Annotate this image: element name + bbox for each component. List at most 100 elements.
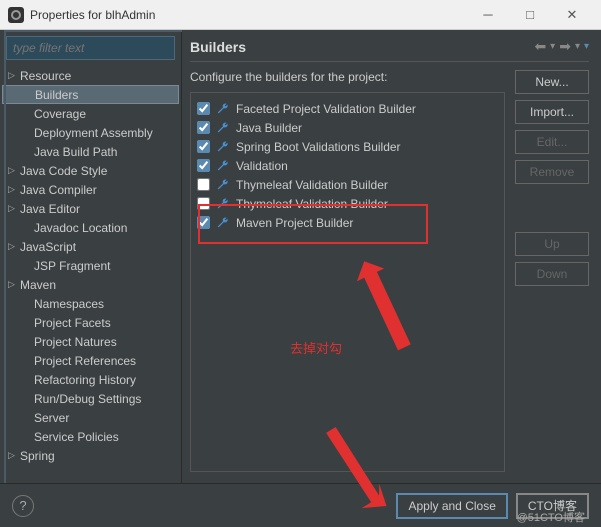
- sidebar: ▷ResourceBuildersCoverageDeployment Asse…: [0, 30, 182, 483]
- tree-item[interactable]: ▷Java Code Style: [2, 161, 179, 180]
- tree-item-label: Builders: [35, 88, 78, 102]
- remove-button[interactable]: Remove: [515, 160, 589, 184]
- tree-item-label: Javadoc Location: [34, 221, 127, 235]
- wrench-icon: [216, 102, 230, 116]
- wrench-icon: [216, 197, 230, 211]
- tree-item[interactable]: Service Policies: [2, 427, 179, 446]
- tree-item[interactable]: ▷Spring: [2, 446, 179, 465]
- builder-checkbox[interactable]: [197, 197, 210, 210]
- tree-item[interactable]: ▷Resource: [2, 66, 179, 85]
- tree-item-label: Service Policies: [34, 430, 119, 444]
- tree-item[interactable]: ▷JavaScript: [2, 237, 179, 256]
- wrench-icon: [216, 178, 230, 192]
- tree-item[interactable]: Deployment Assembly: [2, 123, 179, 142]
- tree-item[interactable]: Project Natures: [2, 332, 179, 351]
- builder-checkbox[interactable]: [197, 140, 210, 153]
- tree-item[interactable]: JSP Fragment: [2, 256, 179, 275]
- tree-item[interactable]: Java Build Path: [2, 142, 179, 161]
- tree-item-label: Spring: [20, 449, 55, 463]
- wrench-icon: [216, 159, 230, 173]
- help-icon[interactable]: ?: [12, 495, 34, 517]
- close-button[interactable]: ✕: [551, 0, 593, 30]
- tree-item[interactable]: Refactoring History: [2, 370, 179, 389]
- page-title: Builders: [190, 39, 534, 55]
- builder-row[interactable]: Java Builder: [197, 118, 498, 137]
- down-button[interactable]: Down: [515, 262, 589, 286]
- main-panel: Builders ⬅▾ ➡▾ ▾ Configure the builders …: [182, 30, 601, 483]
- titlebar: Properties for blhAdmin ─ □ ✕: [0, 0, 601, 30]
- expand-icon: ▷: [8, 184, 20, 195]
- tree-item-label: Resource: [20, 69, 71, 83]
- builder-row[interactable]: Spring Boot Validations Builder: [197, 137, 498, 156]
- filter-input[interactable]: [6, 36, 175, 60]
- expand-icon: ▷: [8, 450, 20, 461]
- expand-icon: ▷: [8, 203, 20, 214]
- tree-item-label: Project Natures: [34, 335, 117, 349]
- expand-icon: ▷: [8, 165, 20, 176]
- builder-row[interactable]: Faceted Project Validation Builder: [197, 99, 498, 118]
- expand-icon: ▷: [8, 241, 20, 252]
- builder-label: Spring Boot Validations Builder: [236, 140, 401, 154]
- builder-checkbox[interactable]: [197, 216, 210, 229]
- tree-item[interactable]: Project References: [2, 351, 179, 370]
- tree-item-label: JSP Fragment: [34, 259, 110, 273]
- menu-icon[interactable]: ▾: [584, 41, 589, 52]
- import-button[interactable]: Import...: [515, 100, 589, 124]
- tree-item[interactable]: Builders: [2, 85, 179, 104]
- tree-item-label: Run/Debug Settings: [34, 392, 141, 406]
- builder-row[interactable]: Thymeleaf Validation Builder: [197, 194, 498, 213]
- builder-label: Validation: [236, 159, 288, 173]
- minimize-button[interactable]: ─: [467, 0, 509, 30]
- tree-item[interactable]: Server: [2, 408, 179, 427]
- tree-item[interactable]: Run/Debug Settings: [2, 389, 179, 408]
- maximize-button[interactable]: □: [509, 0, 551, 30]
- new-button[interactable]: New...: [515, 70, 589, 94]
- tree-item-label: Project References: [34, 354, 136, 368]
- tree-item-label: Deployment Assembly: [34, 126, 153, 140]
- expand-icon: ▷: [8, 70, 20, 81]
- builder-row[interactable]: Validation: [197, 156, 498, 175]
- tree-item-label: Namespaces: [34, 297, 104, 311]
- edit-button[interactable]: Edit...: [515, 130, 589, 154]
- builder-checkbox[interactable]: [197, 102, 210, 115]
- cto-button[interactable]: CTO博客: [516, 493, 589, 519]
- wrench-icon: [216, 140, 230, 154]
- wrench-icon: [216, 121, 230, 135]
- builder-row[interactable]: Maven Project Builder: [197, 213, 498, 232]
- builder-list: Faceted Project Validation Builder Java B…: [190, 92, 505, 472]
- tree-item[interactable]: ▷Java Compiler: [2, 180, 179, 199]
- tree-item[interactable]: Project Facets: [2, 313, 179, 332]
- tree-item[interactable]: ▷Java Editor: [2, 199, 179, 218]
- tree-item-label: Refactoring History: [34, 373, 136, 387]
- builder-checkbox[interactable]: [197, 178, 210, 191]
- tree-item[interactable]: Namespaces: [2, 294, 179, 313]
- window-title: Properties for blhAdmin: [30, 8, 467, 22]
- builder-label: Thymeleaf Validation Builder: [236, 178, 388, 192]
- window-controls: ─ □ ✕: [467, 0, 593, 30]
- tree-item[interactable]: Javadoc Location: [2, 218, 179, 237]
- apply-and-close-button[interactable]: Apply and Close: [396, 493, 507, 519]
- builder-label: Faceted Project Validation Builder: [236, 102, 416, 116]
- builder-label: Thymeleaf Validation Builder: [236, 197, 388, 211]
- expand-icon: ▷: [8, 279, 20, 290]
- tree-item[interactable]: ▷Maven: [2, 275, 179, 294]
- up-button[interactable]: Up: [515, 232, 589, 256]
- tree-item-label: Project Facets: [34, 316, 111, 330]
- forward-icon[interactable]: ➡: [559, 38, 571, 55]
- tree-item-label: Java Editor: [20, 202, 80, 216]
- tree-item-label: Maven: [20, 278, 56, 292]
- builder-checkbox[interactable]: [197, 159, 210, 172]
- tree-item[interactable]: Coverage: [2, 104, 179, 123]
- builder-label: Java Builder: [236, 121, 302, 135]
- button-column: New... Import... Edit... Remove Up Down: [515, 70, 589, 475]
- builder-row[interactable]: Thymeleaf Validation Builder: [197, 175, 498, 194]
- eclipse-icon: [8, 7, 24, 23]
- tree-item-label: Java Compiler: [20, 183, 97, 197]
- tree-item-label: JavaScript: [20, 240, 76, 254]
- main-header: Builders ⬅▾ ➡▾ ▾: [190, 38, 589, 62]
- builder-checkbox[interactable]: [197, 121, 210, 134]
- back-icon[interactable]: ⬅: [534, 38, 546, 55]
- nav-arrows: ⬅▾ ➡▾ ▾: [534, 38, 589, 55]
- builder-label: Maven Project Builder: [236, 216, 353, 230]
- config-label: Configure the builders for the project:: [190, 70, 505, 84]
